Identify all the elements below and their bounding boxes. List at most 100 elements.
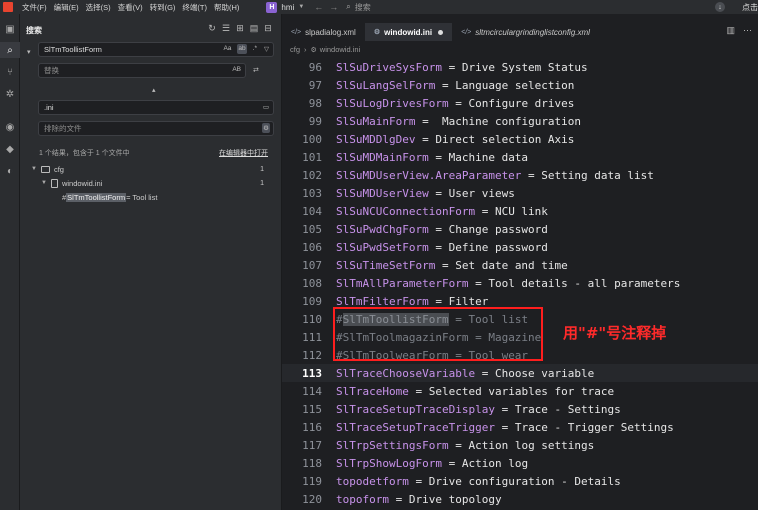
line-number: 107 <box>302 258 322 272</box>
code-line[interactable]: 118 SlTrpShowLogForm = Action log <box>282 454 758 472</box>
line-text: SlSuTimeSetForm = Set date and time <box>336 259 568 272</box>
search-input[interactable]: SlTmToollistForm Aa ab .* ▽ <box>38 42 274 57</box>
code-line[interactable]: 113 SlTraceChooseVariable = Choose variab… <box>282 364 758 382</box>
ini-key: SlSuNCUConnectionForm <box>336 204 476 218</box>
code-line[interactable]: 119 topodetform = Drive configuration - D… <box>282 472 758 490</box>
breadcrumb-file[interactable]: windowid.ini <box>320 45 360 54</box>
preserve-case-toggle[interactable]: AB <box>231 65 242 74</box>
view-as-tree-icon[interactable]: ▤ <box>247 23 261 34</box>
title-bar: 文件(F) 编辑(E) 选择(S) 查看(V) 转到(G) 终端(T) 帮助(H… <box>0 0 758 14</box>
collapse-all-icon[interactable]: ⊟ <box>261 23 275 34</box>
debug-icon[interactable]: ✲ <box>0 86 20 102</box>
back-arrow-icon[interactable]: ← <box>314 2 323 12</box>
files-to-include-input[interactable]: .ini ▭ <box>38 100 274 115</box>
more-actions-icon[interactable]: ⋯ <box>743 25 752 36</box>
code-line[interactable]: 102 SlSuMDUserView.AreaParameter = Settin… <box>282 166 758 184</box>
line-text: SlSuLangSelForm = Language selection <box>336 79 574 92</box>
project-switcher[interactable]: H hmi ▼ <box>266 1 314 13</box>
line-text: SlSuMDMainForm = Machine data <box>336 151 528 164</box>
line-text: SlTraceHome = Selected variables for tra… <box>336 385 614 398</box>
chevron-down-icon: ▼ <box>41 180 47 186</box>
code-line[interactable]: 107 SlSuTimeSetForm = Set date and time <box>282 256 758 274</box>
match-case-toggle[interactable]: Aa <box>222 44 232 54</box>
refresh-icon[interactable]: ↻ <box>205 23 219 34</box>
replace-all-icon[interactable]: ⇄ <box>253 66 259 74</box>
split-editor-icon[interactable]: ▥ <box>726 25 735 36</box>
toggle-details-icon[interactable]: ▴ <box>152 86 156 94</box>
code-line[interactable]: 105 SlSuPwdChgForm = Change password <box>282 220 758 238</box>
use-regex-toggle[interactable]: .* <box>252 44 258 54</box>
ini-value: = Setting data list <box>521 168 654 182</box>
docker-icon[interactable]: ◆ <box>0 141 20 157</box>
search-input-value: SlTmToollistForm <box>44 45 102 54</box>
code-line[interactable]: 106 SlSuPwdSetForm = Define password <box>282 238 758 256</box>
code-line[interactable]: 99 SlSuMainForm = Machine configuration <box>282 112 758 130</box>
tab-windowid[interactable]: ⚙ windowid.ini <box>364 23 453 41</box>
tab-slpadialog[interactable]: </> slpadialog.xml <box>282 23 365 41</box>
source-control-icon[interactable]: ⑂ <box>0 64 20 80</box>
clear-results-icon[interactable]: ☰ <box>219 23 233 34</box>
files-to-exclude-input[interactable]: 排除的文件 ⚙ <box>38 121 274 136</box>
search-view-icon[interactable]: ⌕ <box>0 42 20 58</box>
menu-goto[interactable]: 转到(G) <box>150 2 176 13</box>
result-file-row[interactable]: ▼ windowid.ini 1 <box>20 176 282 190</box>
code-line[interactable]: 97 SlSuLangSelForm = Language selection <box>282 76 758 94</box>
ini-key: SlTraceSetupTraceDisplay <box>336 402 495 416</box>
folder-match-count: 1 <box>260 165 264 173</box>
filter-icon[interactable]: ▽ <box>263 44 270 54</box>
code-line[interactable]: 98 SlSuLogDrivesForm = Configure drives <box>282 94 758 112</box>
code-line[interactable]: 103 SlSuMDUserView = User views <box>282 184 758 202</box>
title-right-area: ↓ 点击 <box>715 0 758 14</box>
menu-selection[interactable]: 选择(S) <box>86 2 111 13</box>
update-label[interactable]: 点击 <box>742 2 758 13</box>
match-whole-word-toggle[interactable]: ab <box>237 44 247 54</box>
breadcrumb-folder[interactable]: cfg <box>290 45 300 54</box>
replace-input[interactable]: 替换 AB <box>38 63 246 78</box>
line-text: SlSuPwdSetForm = Define password <box>336 241 548 254</box>
code-line[interactable]: 116 SlTraceSetupTraceTrigger = Trace - Tr… <box>282 418 758 436</box>
code-line[interactable]: 117 SlTrpSettingsForm = Action log settin… <box>282 436 758 454</box>
open-in-editor-link[interactable]: 在编辑器中打开 <box>219 148 268 158</box>
code-line[interactable]: 114 SlTraceHome = Selected variables for … <box>282 382 758 400</box>
line-number: 111 <box>302 330 322 344</box>
menu-file[interactable]: 文件(F) <box>22 2 47 13</box>
code-line[interactable]: 120 topoform = Drive topology <box>282 490 758 508</box>
code-line[interactable]: 104 SlSuNCUConnectionForm = NCU link <box>282 202 758 220</box>
match-suffix: = Tool list <box>126 192 158 202</box>
code-line[interactable]: 115 SlTraceSetupTraceDisplay = Trace - Se… <box>282 400 758 418</box>
new-search-editor-icon[interactable]: ⊞ <box>233 23 247 34</box>
folder-icon <box>40 165 50 173</box>
extension-icon[interactable]: ◐ <box>0 163 20 179</box>
toggle-replace-icon[interactable]: ▾ <box>27 48 31 56</box>
ini-key: SlSuTimeSetForm <box>336 258 436 272</box>
code-line[interactable]: 101 SlSuMDMainForm = Machine data <box>282 148 758 166</box>
ini-value: = Filter <box>428 294 489 308</box>
forward-arrow-icon[interactable]: → <box>329 2 338 12</box>
result-match-row[interactable]: # SlTmToollistForm = Tool list <box>20 190 282 204</box>
search-icon: ⌕ <box>346 2 351 11</box>
line-text: SlSuDriveSysForm = Drive System Status <box>336 61 588 74</box>
menu-help[interactable]: 帮助(H) <box>214 2 239 13</box>
use-exclude-settings-icon[interactable]: ⚙ <box>262 123 270 133</box>
code-line[interactable]: 96 SlSuDriveSysForm = Drive System Status <box>282 58 758 76</box>
code-line[interactable]: 100 SlSuMDDlgDev = Direct selection Axis <box>282 130 758 148</box>
line-number: 112 <box>302 348 322 362</box>
code-line[interactable]: 108 SlTmAllParameterForm = Tool details -… <box>282 274 758 292</box>
menu-edit[interactable]: 编辑(E) <box>54 2 79 13</box>
download-icon[interactable]: ↓ <box>715 2 725 12</box>
line-text: SlSuNCUConnectionForm = NCU link <box>336 205 548 218</box>
unsaved-dot-icon[interactable] <box>438 29 444 35</box>
menu-terminal[interactable]: 终端(T) <box>182 2 207 13</box>
command-center-search[interactable]: ⌕ 搜索 <box>346 2 370 13</box>
explorer-icon[interactable]: ▣ <box>0 21 20 37</box>
line-number: 103 <box>302 186 322 200</box>
tab-sltmcirculargrinding[interactable]: </> sltmcirculargrindinglistconfig.xml <box>452 23 599 41</box>
line-text: SlSuPwdChgForm = Change password <box>336 223 548 236</box>
line-text: SlSuMainForm = Machine configuration <box>336 115 581 128</box>
menu-view[interactable]: 查看(V) <box>118 2 143 13</box>
result-folder-row[interactable]: ▼ cfg 1 <box>20 162 282 176</box>
line-text: SlTraceChooseVariable = Choose variable <box>336 367 594 380</box>
remote-icon[interactable]: ◉ <box>0 119 20 135</box>
ini-value: = Configure drives <box>448 96 575 110</box>
search-open-editors-icon[interactable]: ▭ <box>262 102 270 112</box>
